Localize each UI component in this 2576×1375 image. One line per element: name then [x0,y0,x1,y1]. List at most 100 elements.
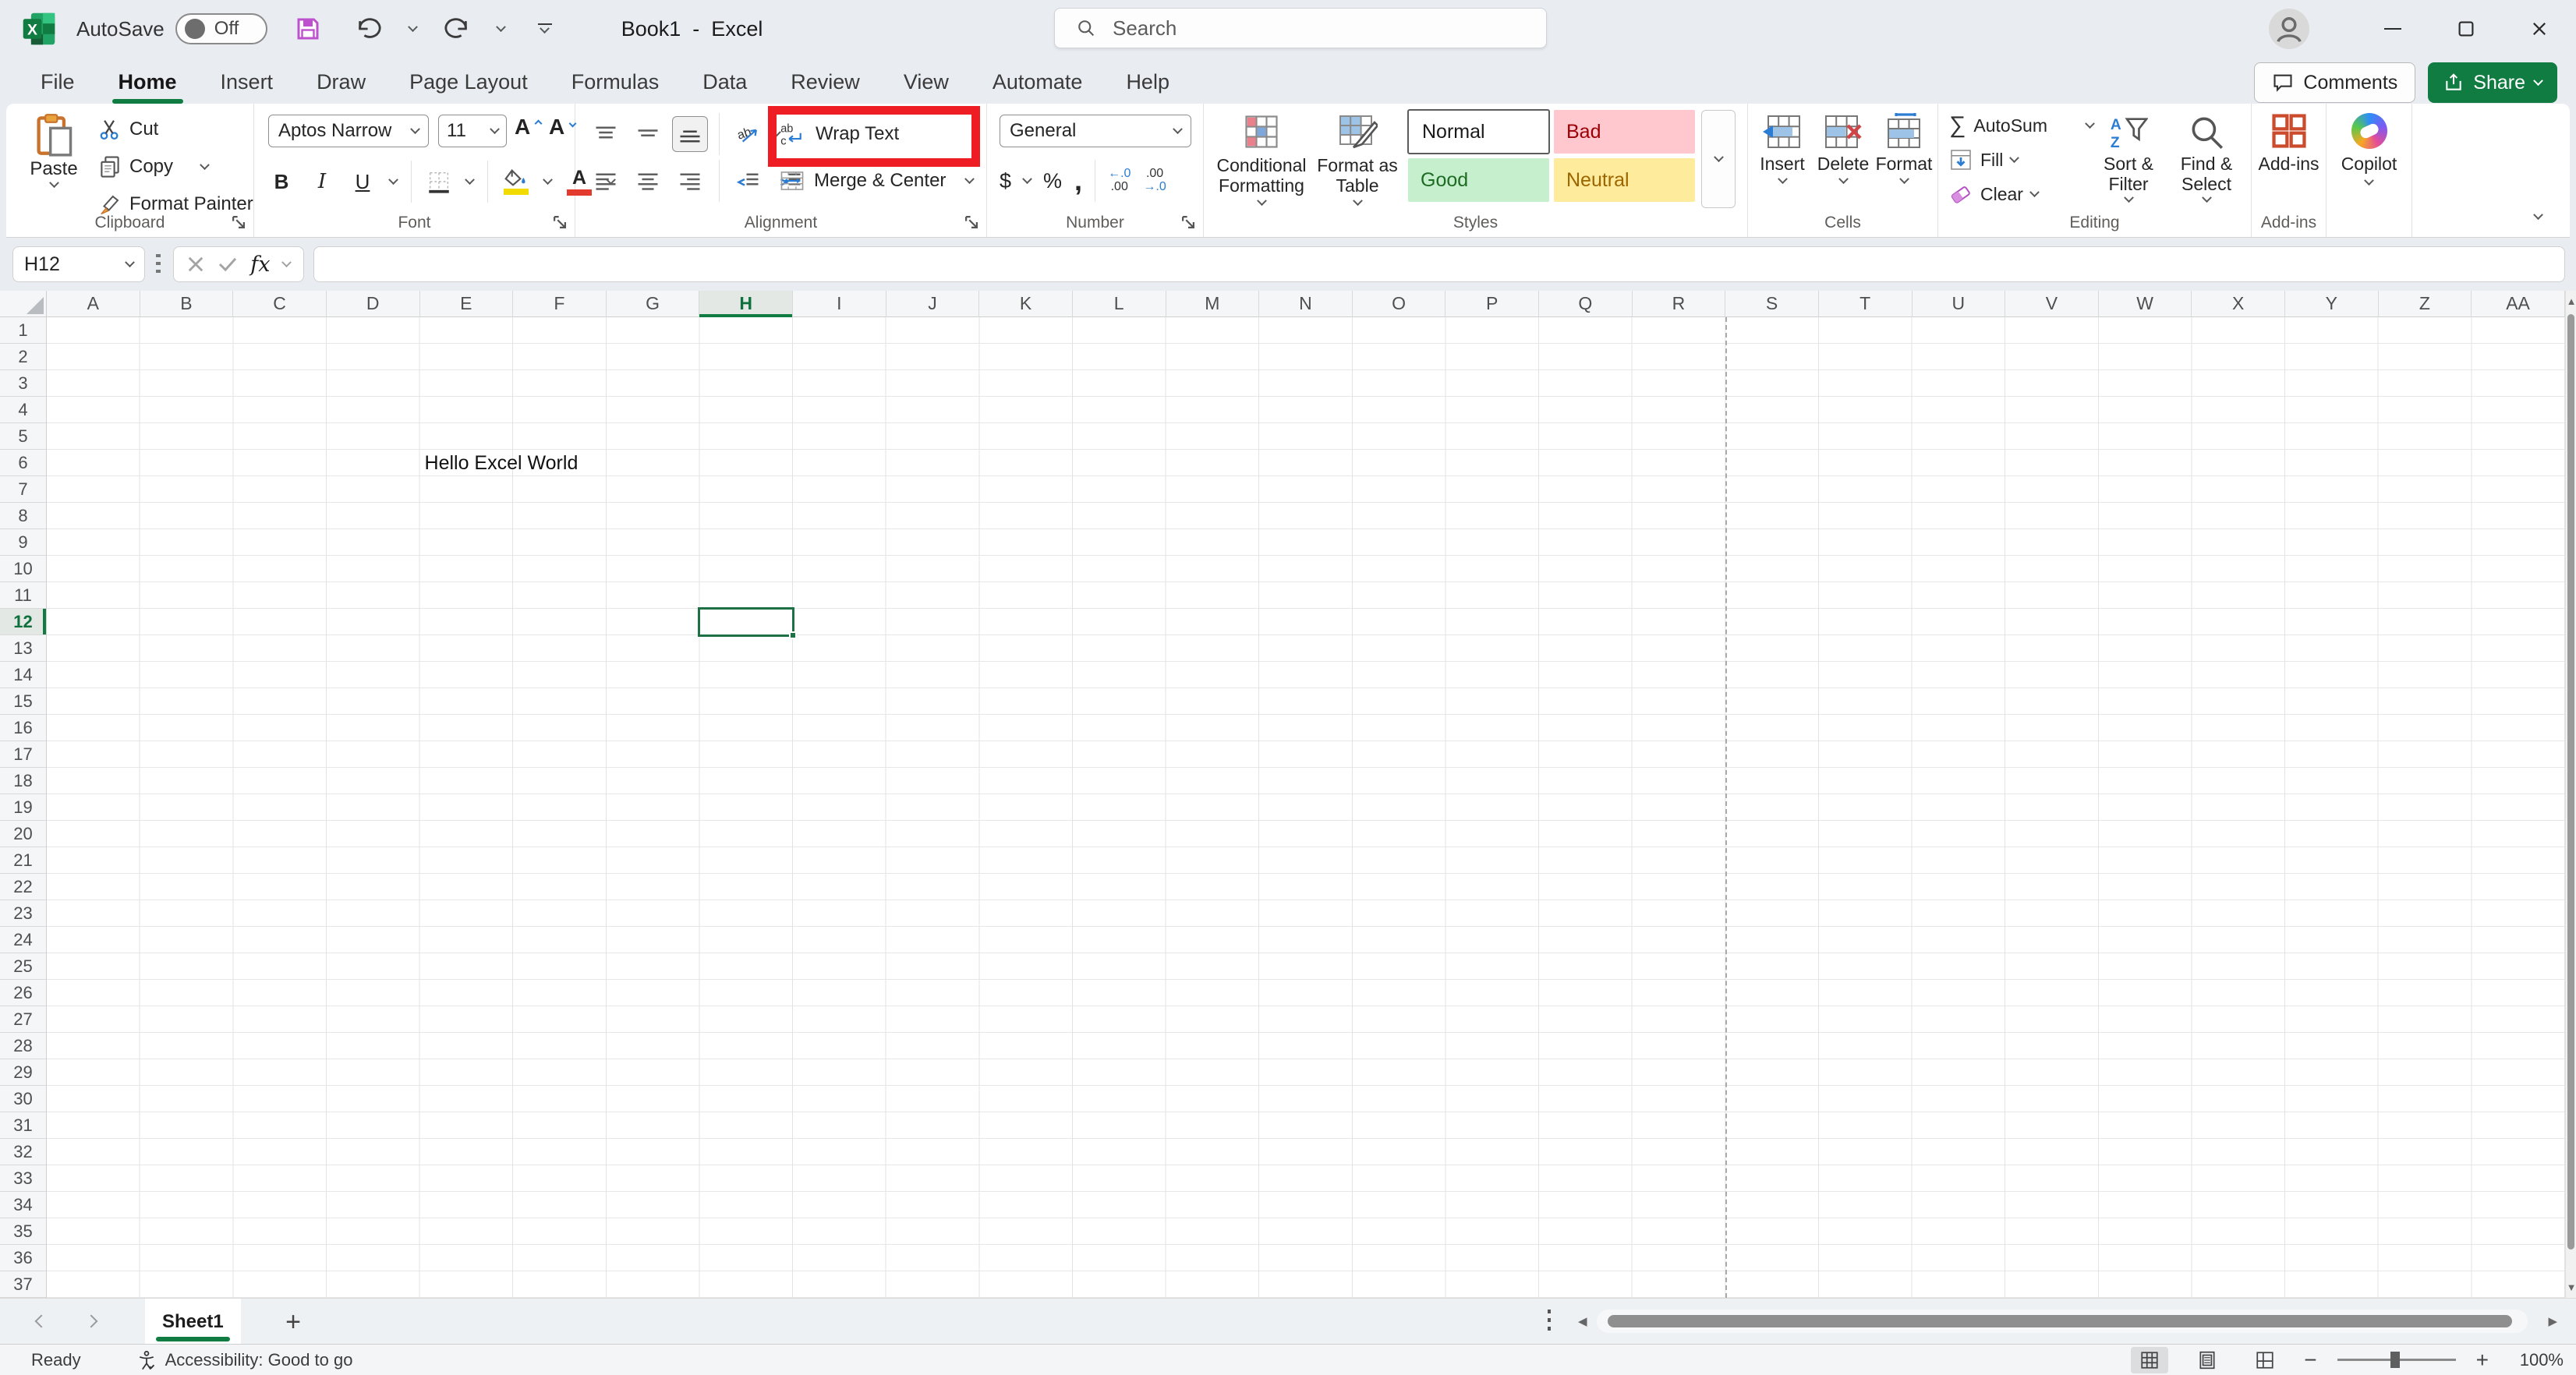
row-header[interactable]: 19 [0,794,46,821]
column-header[interactable]: K [979,291,1073,317]
tab-view[interactable]: View [883,60,969,104]
zoom-slider-handle[interactable] [2390,1352,2400,1368]
top-align-button[interactable] [588,116,624,152]
insert-cells-button[interactable]: Insert [1754,113,1810,185]
row-header[interactable]: 30 [0,1086,46,1112]
fill-color-button[interactable] [502,168,530,195]
row-header[interactable]: 37 [0,1271,46,1298]
fill-dropdown-icon[interactable] [2010,153,2020,163]
accessibility-status[interactable]: Accessibility: Good to go [136,1349,353,1371]
row-header[interactable]: 26 [0,980,46,1006]
column-header[interactable]: P [1445,291,1539,317]
new-sheet-button[interactable]: + [278,1306,309,1338]
autosum-button[interactable]: ∑ AutoSum [1949,110,2093,141]
clear-dropdown-icon[interactable] [2029,187,2040,197]
row-header[interactable]: 14 [0,662,46,688]
underline-dropdown-icon[interactable] [388,175,398,185]
row-header[interactable]: 34 [0,1192,46,1218]
column-header[interactable]: M [1166,291,1260,317]
decrease-indent-button[interactable] [731,163,766,199]
borders-dropdown-icon[interactable] [465,175,475,185]
scroll-left-icon[interactable]: ◀ [1578,1314,1587,1328]
tab-scrollbar-splitter[interactable] [1548,1310,1551,1334]
zoom-in-button[interactable]: + [2476,1348,2489,1373]
fill-handle[interactable] [789,631,797,639]
column-header[interactable]: C [233,291,327,317]
minimize-button[interactable] [2356,0,2429,58]
copy-button[interactable]: Copy [98,152,253,182]
cell-style-bad[interactable]: Bad [1554,110,1695,154]
column-header[interactable]: G [607,291,700,317]
alignment-dialog-launcher-icon[interactable] [963,214,980,231]
row-header[interactable]: 27 [0,1006,46,1033]
percent-button[interactable]: % [1043,169,1062,193]
zoom-slider[interactable] [2337,1359,2456,1361]
share-button[interactable]: Share [2428,62,2557,103]
zoom-level[interactable]: 100% [2509,1350,2564,1370]
tab-automate[interactable]: Automate [972,60,1103,104]
row-header[interactable]: 28 [0,1033,46,1059]
row-header[interactable]: 17 [0,741,46,768]
formula-input[interactable] [313,246,2565,282]
maximize-button[interactable] [2429,0,2503,58]
column-header[interactable]: S [1725,291,1819,317]
next-sheet-button[interactable] [81,1311,101,1331]
row-header[interactable]: 12 [0,609,46,635]
row-header[interactable]: 11 [0,582,46,609]
row-header[interactable]: 29 [0,1059,46,1086]
cancel-icon[interactable] [187,256,204,273]
row-header[interactable]: 8 [0,503,46,529]
column-header[interactable]: D [327,291,420,317]
paste-button[interactable]: Paste [20,113,87,208]
fill-button[interactable]: Fill [1949,144,2018,175]
copy-dropdown-icon[interactable] [200,160,210,170]
tab-page-layout[interactable]: Page Layout [389,60,548,104]
row-header[interactable]: 16 [0,715,46,741]
column-header[interactable]: J [886,291,980,317]
align-right-button[interactable] [672,163,708,199]
number-dialog-launcher-icon[interactable] [1180,214,1197,231]
column-header[interactable]: N [1259,291,1353,317]
close-button[interactable] [2503,0,2576,58]
row-header[interactable]: 32 [0,1139,46,1165]
orientation-button[interactable]: ab [731,116,766,152]
bottom-align-button[interactable] [672,116,708,152]
enter-icon[interactable] [218,256,238,272]
formula-bar-splitter[interactable] [156,254,161,276]
bold-button[interactable]: B [268,166,295,197]
font-name-select[interactable]: Aptos Narrow [268,115,429,147]
row-header[interactable]: 1 [0,317,46,344]
search-box[interactable]: Search [1054,8,1547,48]
column-header[interactable]: I [793,291,886,317]
cut-button[interactable]: Cut [98,115,253,144]
row-header[interactable]: 20 [0,821,46,847]
row-header[interactable]: 9 [0,529,46,556]
user-avatar[interactable] [2269,9,2309,49]
collapse-ribbon-button[interactable] [2526,207,2549,226]
column-header[interactable]: H [699,291,793,317]
align-left-button[interactable] [588,163,624,199]
row-header[interactable]: 2 [0,344,46,370]
tab-help[interactable]: Help [1106,60,1190,104]
row-header[interactable]: 35 [0,1218,46,1245]
select-all-button[interactable] [0,291,47,317]
scroll-right-icon[interactable]: ▶ [2548,1314,2557,1328]
comma-button[interactable]: , [1074,175,1082,186]
zoom-out-button[interactable]: − [2304,1348,2316,1373]
tab-data[interactable]: Data [682,60,767,104]
column-header[interactable]: Q [1539,291,1633,317]
redo-dropdown-icon[interactable] [496,22,506,32]
page-break-preview-button[interactable] [2246,1347,2284,1373]
tab-insert[interactable]: Insert [200,60,294,104]
cell-style-normal[interactable]: Normal [1408,110,1549,154]
row-header[interactable]: 21 [0,847,46,874]
column-header[interactable]: AA [2472,291,2565,317]
column-header[interactable]: V [2005,291,2099,317]
row-header[interactable]: 5 [0,423,46,450]
column-header[interactable]: R [1633,291,1726,317]
find-select-button[interactable]: Find & Select [2169,113,2244,203]
middle-align-button[interactable] [630,116,666,152]
number-format-select[interactable]: General [1000,115,1191,147]
column-header[interactable]: X [2192,291,2285,317]
scroll-up-icon[interactable]: ▲ [2566,295,2576,307]
